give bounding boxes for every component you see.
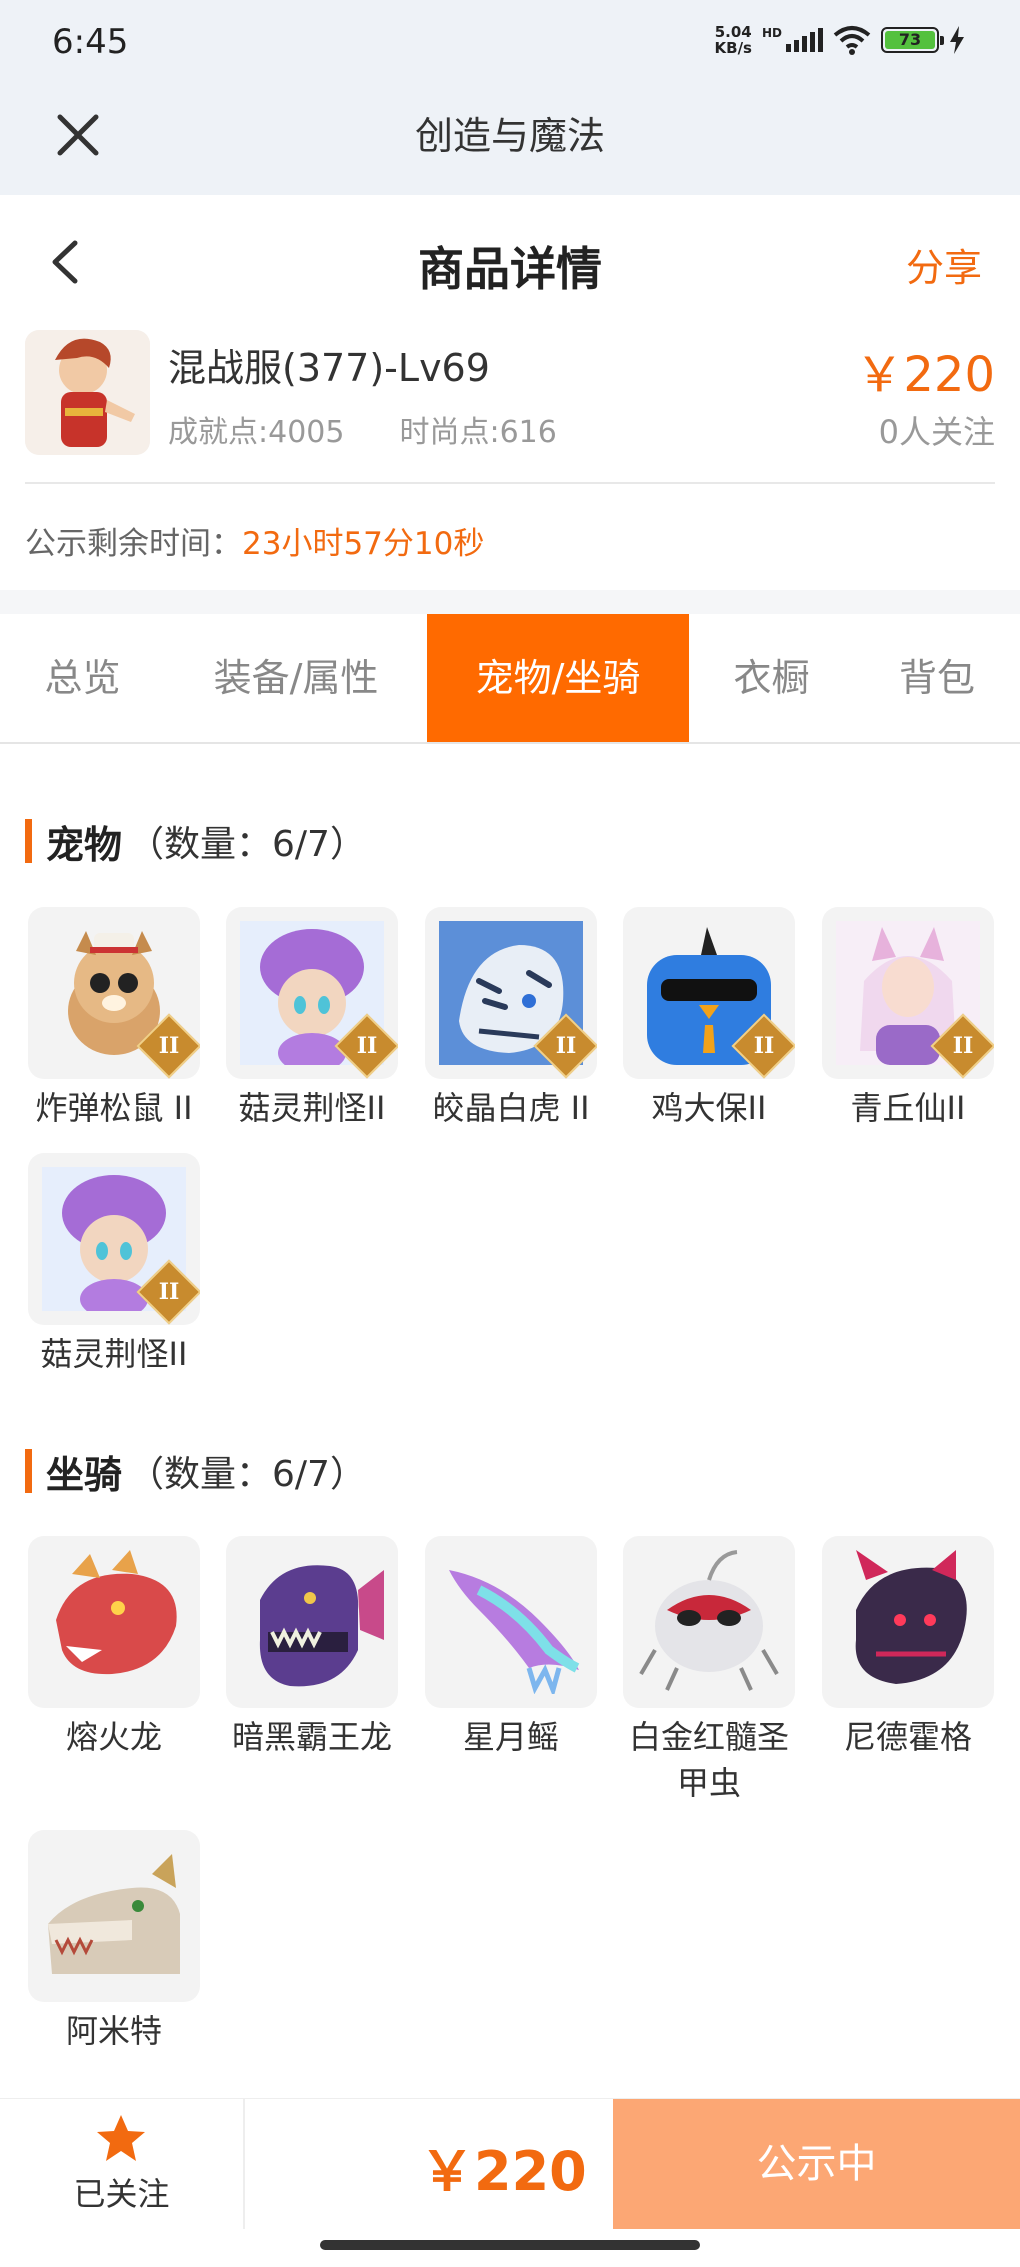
mount-item[interactable]: 熔火龙 bbox=[24, 1536, 204, 1760]
mount-item[interactable]: 尼德霍格 bbox=[818, 1536, 998, 1760]
follow-label: 已关注 bbox=[73, 2175, 170, 2213]
mount-thumbnail bbox=[623, 1536, 795, 1708]
pet-item[interactable]: II 菇灵荆怪II bbox=[222, 907, 402, 1131]
divider bbox=[25, 482, 995, 484]
pet-thumbnail: II bbox=[28, 907, 200, 1079]
pet-thumbnail: II bbox=[28, 1153, 200, 1325]
achievement-points: 成就点:4005 bbox=[168, 415, 345, 450]
product-price: ￥220 bbox=[855, 347, 995, 403]
wifi-icon bbox=[833, 26, 871, 55]
bottom-bar: 已关注 ￥220 公示中 bbox=[0, 2098, 1020, 2229]
mounts-count: （数量：6/7） bbox=[128, 1454, 366, 1495]
pet-name: 菇灵荆怪II bbox=[238, 1089, 386, 1127]
nidhogg-dragon-mount-icon bbox=[855, 1550, 967, 1684]
mount-item[interactable]: 白金红髓圣甲虫 bbox=[619, 1536, 799, 1806]
remaining-time: 公示剩余时间：23小时57分10秒 bbox=[25, 526, 485, 562]
battery-icon: 73 bbox=[881, 27, 944, 53]
mount-item[interactable]: 星月鳐 bbox=[421, 1536, 601, 1760]
character-avatar bbox=[25, 330, 150, 455]
dark-trex-mount-icon bbox=[259, 1565, 384, 1687]
mount-item[interactable]: 阿米特 bbox=[24, 1830, 204, 2054]
pet-item[interactable]: II 菇灵荆怪II bbox=[24, 1153, 204, 1377]
pet-thumbnail: II bbox=[822, 907, 994, 1079]
mount-name: 熔火龙 bbox=[65, 1718, 162, 1756]
publicity-button[interactable]: 公示中 bbox=[613, 2099, 1020, 2229]
pet-name: 青丘仙II bbox=[850, 1089, 966, 1127]
pet-thumbnail: II bbox=[425, 907, 597, 1079]
pet-name: 鸡大保II bbox=[651, 1089, 767, 1127]
tab-wardrobe[interactable]: 衣橱 bbox=[689, 614, 854, 742]
pet-item[interactable]: II 炸弹松鼠 II bbox=[24, 907, 204, 1131]
remaining-time-value: 23小时57分10秒 bbox=[242, 526, 485, 562]
product-stats: 成就点:4005 时尚点:616 bbox=[168, 407, 557, 451]
tab-bar: 总览 装备/属性 宠物/坐骑 衣橱 背包 bbox=[0, 614, 1020, 744]
share-button[interactable]: 分享 bbox=[906, 237, 982, 292]
pet-thumbnail: II bbox=[226, 907, 398, 1079]
pet-name: 菇灵荆怪II bbox=[40, 1335, 188, 1373]
mount-name: 白金红髓圣甲虫 bbox=[628, 1718, 789, 1802]
mount-name: 尼德霍格 bbox=[843, 1718, 972, 1756]
section-gap bbox=[0, 590, 1020, 614]
product-card: 混战服(377)-Lv69 成就点:4005 时尚点:616 ￥220 0人关注 bbox=[0, 325, 1020, 485]
pet-item[interactable]: II 皎晶白虎 II bbox=[421, 907, 601, 1131]
mount-name: 暗黑霸王龙 bbox=[231, 1718, 392, 1756]
product-name: 混战服(377)-Lv69 bbox=[168, 346, 490, 390]
ammit-crocodile-mount-icon bbox=[48, 1854, 180, 1974]
page-title: 商品详情 bbox=[418, 242, 602, 296]
status-icons: 5.04 KB/s HD 73 bbox=[715, 24, 965, 56]
mounts-section-title: 坐骑 （数量：6/7） bbox=[25, 1445, 366, 1497]
webview-title: 创造与魔法 bbox=[414, 114, 605, 158]
pet-item[interactable]: II 鸡大保II bbox=[619, 907, 799, 1131]
mount-thumbnail bbox=[822, 1536, 994, 1708]
follower-count: 0人关注 bbox=[878, 413, 995, 451]
tab-overview[interactable]: 总览 bbox=[0, 614, 165, 742]
tab-equipment[interactable]: 装备/属性 bbox=[165, 614, 427, 742]
mount-thumbnail bbox=[28, 1536, 200, 1708]
pets-count: （数量：6/7） bbox=[128, 824, 366, 865]
pet-name: 炸弹松鼠 II bbox=[35, 1089, 193, 1127]
status-bar: 6:45 5.04 KB/s HD 73 bbox=[0, 0, 1020, 85]
follow-button[interactable]: 已关注 bbox=[0, 2099, 245, 2229]
hd-indicator: HD bbox=[761, 26, 782, 40]
webview-bar: 创造与魔法 bbox=[0, 85, 1020, 195]
charging-icon bbox=[950, 26, 964, 54]
pet-item[interactable]: II 青丘仙II bbox=[818, 907, 998, 1131]
tab-pets-mounts[interactable]: 宠物/坐骑 bbox=[427, 614, 689, 742]
signal-icon bbox=[786, 28, 823, 52]
status-time: 6:45 bbox=[52, 22, 129, 62]
pets-section-title: 宠物 （数量：6/7） bbox=[25, 815, 366, 867]
pet-name: 皎晶白虎 II bbox=[432, 1089, 590, 1127]
mount-name: 星月鳐 bbox=[462, 1718, 559, 1756]
tab-backpack[interactable]: 背包 bbox=[854, 614, 1020, 742]
fire-dragon-mount-icon bbox=[56, 1550, 177, 1675]
fashion-points: 时尚点:616 bbox=[399, 415, 557, 450]
star-ray-mount-icon bbox=[449, 1570, 580, 1694]
bottom-price: ￥220 bbox=[420, 2140, 587, 2203]
pet-thumbnail: II bbox=[623, 907, 795, 1079]
network-speed: 5.04 KB/s bbox=[714, 23, 752, 57]
mount-thumbnail bbox=[425, 1536, 597, 1708]
star-icon bbox=[97, 2115, 145, 2161]
mount-thumbnail bbox=[28, 1830, 200, 2002]
mount-thumbnail bbox=[226, 1536, 398, 1708]
page-header: 商品详情 分享 bbox=[0, 195, 1020, 325]
scarab-mount-icon bbox=[639, 1550, 779, 1691]
mount-name: 阿米特 bbox=[65, 2012, 162, 2050]
home-indicator[interactable] bbox=[320, 2240, 700, 2250]
mount-item[interactable]: 暗黑霸王龙 bbox=[222, 1536, 402, 1760]
